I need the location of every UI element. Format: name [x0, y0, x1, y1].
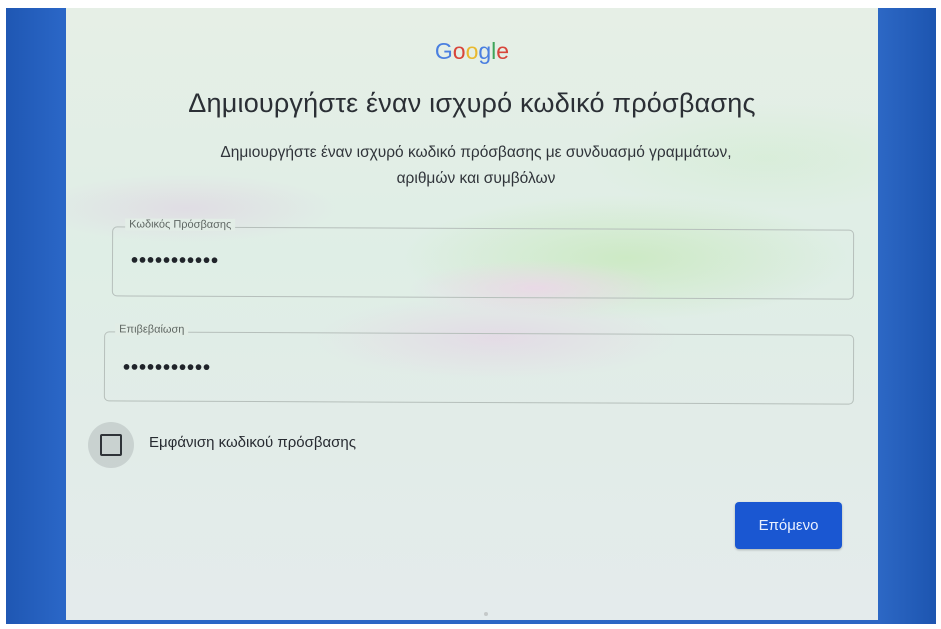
password-input-value[interactable]: •••••••••••	[131, 249, 219, 272]
confirm-password-field[interactable]: Επιβεβαίωση •••••••••••	[103, 323, 855, 405]
photo-background: Google Δημιουργήστε έναν ισχυρό κωδικό π…	[0, 0, 941, 629]
page-subtitle: Δημιουργήστε έναν ισχυρό κωδικό πρόσβαση…	[126, 140, 826, 192]
password-field[interactable]: Κωδικός Πρόσβασης •••••••••••	[111, 218, 855, 300]
screen-speck	[484, 612, 488, 616]
subtitle-line: αριθμών και συμβόλων	[396, 170, 556, 187]
page-title: Δημιουργήστε έναν ισχυρό κωδικό πρόσβαση…	[188, 88, 756, 118]
logo-letter: o	[452, 38, 466, 64]
next-button[interactable]: Επόμενο	[735, 502, 842, 549]
show-password-checkbox[interactable]	[100, 434, 122, 456]
confirm-input-value[interactable]: •••••••••••	[123, 356, 211, 379]
logo-letter: e	[496, 38, 510, 64]
logo-letter: g	[478, 38, 492, 64]
confirm-field-label: Επιβεβαίωση	[115, 323, 189, 336]
password-field-label: Κωδικός Πρόσβασης	[125, 218, 236, 231]
logo-letter: o	[465, 38, 479, 64]
logo-letter: G	[434, 38, 453, 64]
show-password-checkbox-ripple[interactable]	[88, 422, 134, 468]
screen: Google Δημιουργήστε έναν ισχυρό κωδικό π…	[66, 8, 878, 620]
subtitle-line: Δημιουργήστε έναν ισχυρό κωδικό πρόσβαση…	[220, 144, 732, 161]
google-logo: Google	[66, 38, 878, 65]
show-password-label[interactable]: Εμφάνιση κωδικού πρόσβασης	[149, 434, 356, 451]
